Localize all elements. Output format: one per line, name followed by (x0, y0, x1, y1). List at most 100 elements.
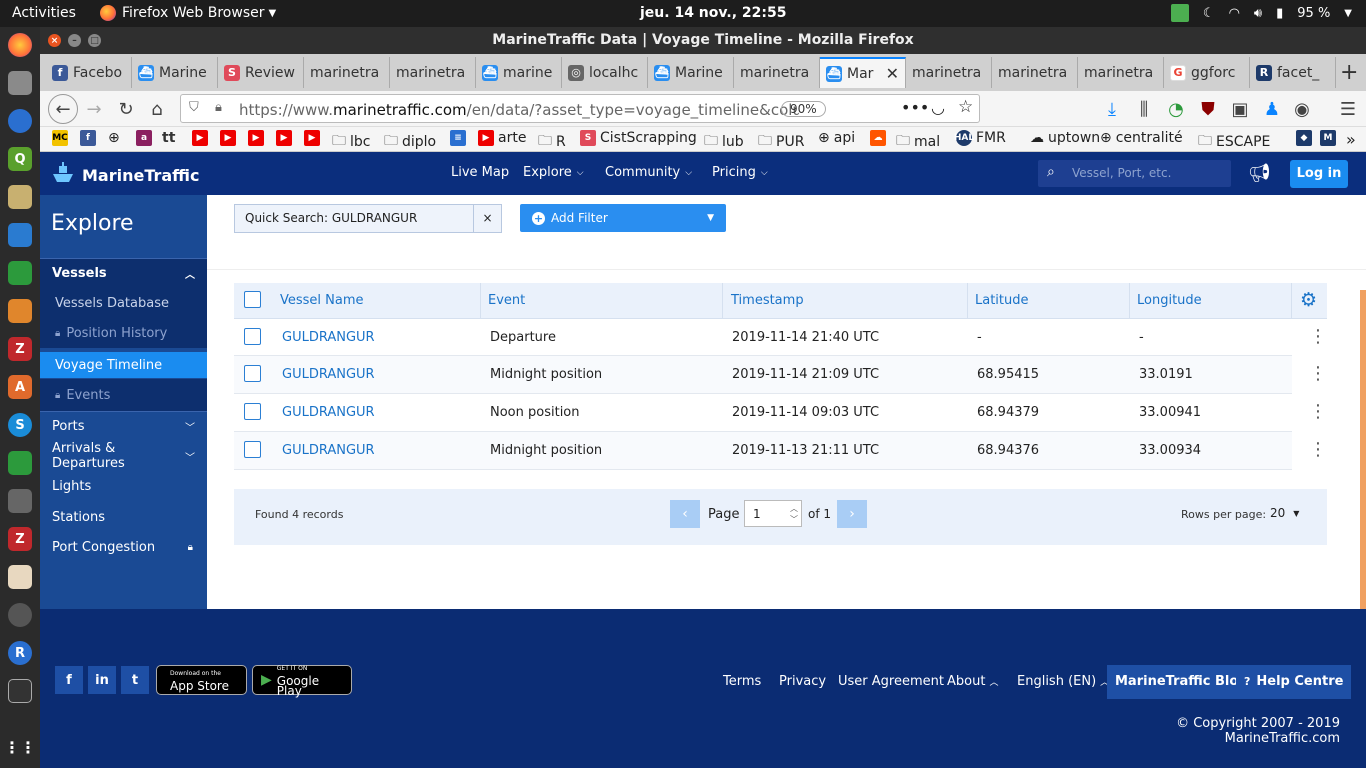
software-dock-icon[interactable]: A (8, 375, 32, 399)
row-menu-icon[interactable]: ⋮ (1309, 401, 1327, 422)
vessel-name-link[interactable]: GULDRANGUR (282, 330, 375, 345)
nav-community[interactable]: Community ⌵ (605, 165, 692, 180)
more-bookmarks-icon[interactable]: » (1346, 130, 1356, 149)
bookmark-star-icon[interactable]: ☆ (958, 97, 973, 117)
tab[interactable]: ◎ localhc (562, 57, 648, 88)
row-checkbox[interactable] (244, 365, 261, 382)
back-button[interactable]: ← (48, 94, 78, 124)
firefox-dock-icon[interactable] (8, 33, 32, 57)
hamburger-menu-icon[interactable]: ☰ (1336, 97, 1360, 121)
site-logo[interactable]: MarineTraffic (50, 160, 200, 186)
add-filter-button[interactable]: + Add Filter ▼ (520, 204, 726, 232)
bookmark-yt[interactable]: ▶ (192, 130, 208, 146)
extension-icon[interactable]: ◔ (1164, 97, 1188, 121)
vessel-name-link[interactable]: GULDRANGUR (282, 367, 375, 382)
bookmark-centralite[interactable]: ⊕ centralité (1100, 130, 1183, 146)
row-menu-icon[interactable]: ⋮ (1309, 363, 1327, 384)
sidebar-item-ports[interactable]: Ports ﹀ (40, 411, 207, 441)
page-input[interactable]: 1 ︿ ﹀ (744, 500, 802, 527)
tab[interactable]: ⛴ marine (476, 57, 562, 88)
next-page-button[interactable]: › (837, 500, 867, 528)
tab-active[interactable]: ⛴ Mar ✕ (820, 57, 906, 88)
row-checkbox[interactable] (244, 403, 261, 420)
bookmark-tt[interactable]: tt (162, 130, 175, 146)
tab[interactable]: S Review (218, 57, 304, 88)
ublock-icon[interactable]: ⛊ (1196, 97, 1220, 121)
bookmark-ext[interactable]: ◆ (1296, 130, 1312, 146)
zotero-dock-icon[interactable]: Z (8, 337, 32, 361)
bookmark-mc[interactable]: MC (52, 130, 68, 146)
column-header-timestamp[interactable]: Timestamp (731, 293, 804, 308)
sidebar-item-voyage-timeline[interactable]: Voyage Timeline (40, 352, 207, 378)
bookmark-yt[interactable]: ▶ (220, 130, 236, 146)
footer-link-user-agreement[interactable]: User Agreement (838, 674, 944, 689)
skype-dock-icon[interactable]: S (8, 413, 32, 437)
blog-button[interactable]: MarineTraffic Blog (1107, 665, 1256, 699)
twitter-icon[interactable]: t (121, 666, 149, 694)
bookmark-folder[interactable]: 🗀 R (538, 130, 566, 154)
row-menu-icon[interactable]: ⋮ (1309, 439, 1327, 460)
extension4-icon[interactable]: ◉ (1290, 97, 1314, 121)
sheets-dock-icon[interactable] (8, 451, 32, 475)
clock[interactable]: jeu. 14 nov., 22:55 (640, 5, 786, 21)
library-icon[interactable]: ⫼ (1132, 97, 1156, 121)
forward-button[interactable]: → (82, 97, 106, 121)
tab[interactable]: marinetra (304, 57, 390, 88)
tab[interactable]: marinetra (390, 57, 476, 88)
bookmark-doc[interactable]: ≡ (450, 130, 466, 146)
nav-live-map[interactable]: Live Map (451, 165, 509, 180)
monitor-dock-icon[interactable] (8, 679, 32, 703)
bookmark-folder[interactable]: 🗀 ESCAPE (1198, 130, 1270, 154)
sidebar-item-port-congestion[interactable]: Port Congestion 🔒︎ (40, 532, 207, 562)
prev-page-button[interactable]: ‹ (670, 500, 700, 528)
footer-link-privacy[interactable]: Privacy (779, 674, 826, 689)
bookmark-uptown[interactable]: ☁ uptown (1030, 130, 1100, 146)
bookmark-folder[interactable]: 🗀 lub (704, 130, 744, 154)
app-grid-icon[interactable]: ⋮⋮ (4, 735, 36, 759)
gear-icon[interactable]: ⚙ (1300, 289, 1317, 311)
extension2-icon[interactable]: ▣ (1228, 97, 1252, 121)
facebook-icon[interactable]: f (55, 666, 83, 694)
url-bar[interactable]: ⛉ 🔒︎ https://www.marinetraffic.com/en/da… (180, 94, 980, 123)
zoom-badge[interactable]: 90% (781, 101, 826, 117)
bookmark-a[interactable]: a (136, 130, 152, 146)
activities-button[interactable]: Activities (12, 5, 76, 21)
app2-dock-icon[interactable] (8, 489, 32, 513)
bookmark-folder[interactable]: 🗀 mal (896, 130, 940, 154)
bookmark-yt[interactable]: ▶ (276, 130, 292, 146)
stepper-icon[interactable]: ︿ ﹀ (790, 503, 798, 525)
sidebar-item-arrivals-departures[interactable]: Arrivals & Departures ﹀ (40, 441, 207, 471)
app3-dock-icon[interactable] (8, 603, 32, 627)
footer-link-terms[interactable]: Terms (723, 674, 761, 689)
sidebar-item-vessels[interactable]: Vessels ︿ (40, 258, 207, 288)
app-store-badge[interactable]: Download on the App Store (156, 665, 247, 695)
r-dock-icon[interactable]: R (8, 641, 32, 665)
tab[interactable]: marinetra (1078, 57, 1164, 88)
vessel-name-link[interactable]: GULDRANGUR (282, 405, 375, 420)
tab[interactable]: ⛴ Marine (132, 57, 218, 88)
row-checkbox[interactable] (244, 441, 261, 458)
quick-search-chip[interactable]: Quick Search: GULDRANGUR × (234, 204, 502, 233)
thunderbird-dock-icon[interactable] (8, 109, 32, 133)
footer-link-about[interactable]: About ︿ (947, 674, 998, 689)
impress-dock-icon[interactable] (8, 299, 32, 323)
bookmark-m[interactable]: M (1320, 130, 1336, 146)
sidebar-item-position-history[interactable]: 🔒︎ Position History (40, 318, 207, 348)
sidebar-item-vessels-database[interactable]: Vessels Database (40, 288, 207, 318)
row-menu-icon[interactable]: ⋮ (1309, 326, 1327, 347)
download-icon[interactable]: ⤓ (1100, 97, 1124, 121)
tab[interactable]: marinetra (906, 57, 992, 88)
bookmark-api[interactable]: ⊕ api (818, 130, 855, 146)
tab[interactable]: marinetra (734, 57, 820, 88)
nav-explore[interactable]: Explore ⌵ (523, 165, 584, 180)
more-actions-icon[interactable]: ••• (901, 98, 929, 117)
writer-dock-icon[interactable] (8, 223, 32, 247)
vessel-name-link[interactable]: GULDRANGUR (282, 443, 375, 458)
rows-per-page-select[interactable]: 20 ▼ (1270, 506, 1299, 520)
extension3-icon[interactable]: ♟ (1260, 97, 1284, 121)
bookmark-fmr[interactable]: HAL FMR (954, 130, 1006, 146)
bookmark-arte[interactable]: ▶ arte (478, 130, 526, 146)
tab[interactable]: Rfacet_ (1250, 57, 1336, 88)
viewer-dock-icon[interactable] (8, 565, 32, 589)
tab[interactable]: f Facebo (46, 57, 132, 88)
